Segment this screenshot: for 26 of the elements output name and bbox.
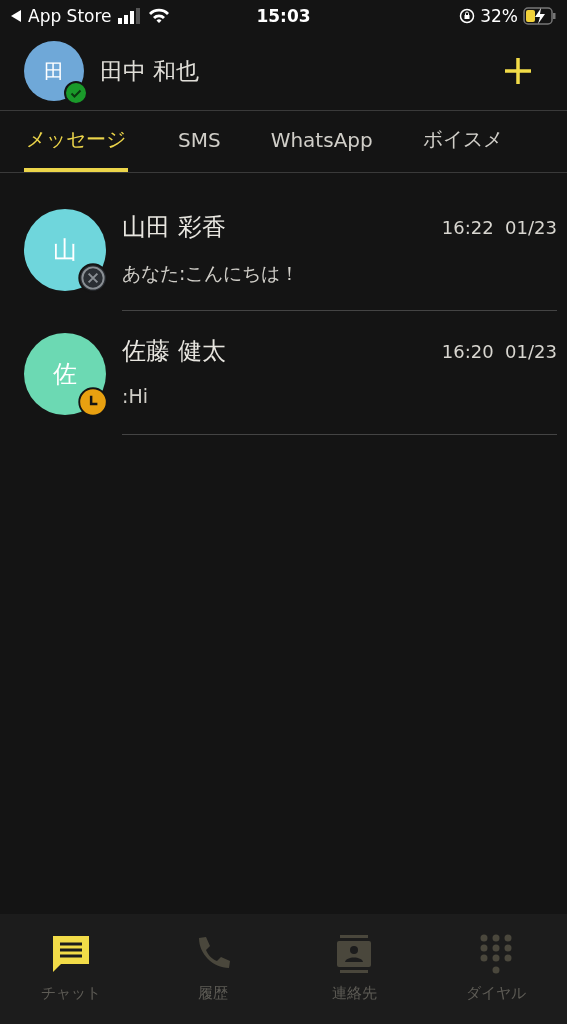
tab[interactable]: WhatsApp <box>270 111 373 172</box>
battery-percent: 32% <box>480 6 518 26</box>
message-preview: あなた:こんにちは！ <box>122 261 301 286</box>
tab[interactable]: メッセージ <box>24 111 128 172</box>
back-label[interactable]: App Store <box>28 6 112 26</box>
contact-avatar[interactable]: 山 <box>24 209 106 291</box>
contact-name: 山田 彩香 <box>122 212 226 243</box>
nav-tab[interactable]: 履歴 <box>141 914 284 1024</box>
back-arrow-icon <box>10 9 22 23</box>
message-time: 16:20 01/23 <box>441 340 557 362</box>
user-name: 田中 和也 <box>100 56 201 86</box>
rotation-lock-icon <box>459 8 476 24</box>
tab[interactable]: SMS <box>178 111 221 172</box>
message-time: 16:22 01/23 <box>441 216 557 238</box>
contact-avatar[interactable]: 佐 <box>24 333 106 415</box>
tab[interactable]: ボイスメ <box>422 111 503 172</box>
contact-name: 佐藤 健太 <box>122 336 226 367</box>
nav-tab[interactable]: チャット <box>0 914 142 1024</box>
nav-tab[interactable]: 連絡先 <box>283 914 426 1024</box>
wifi-icon <box>147 8 170 24</box>
nav-tab[interactable]: ダイヤル <box>425 914 567 1024</box>
battery-charging-icon <box>523 7 557 25</box>
chat-icon <box>50 934 91 974</box>
clock-time: 15:03 <box>255 6 312 26</box>
message-preview: :Hi <box>122 385 149 407</box>
signal-icon <box>117 8 142 24</box>
